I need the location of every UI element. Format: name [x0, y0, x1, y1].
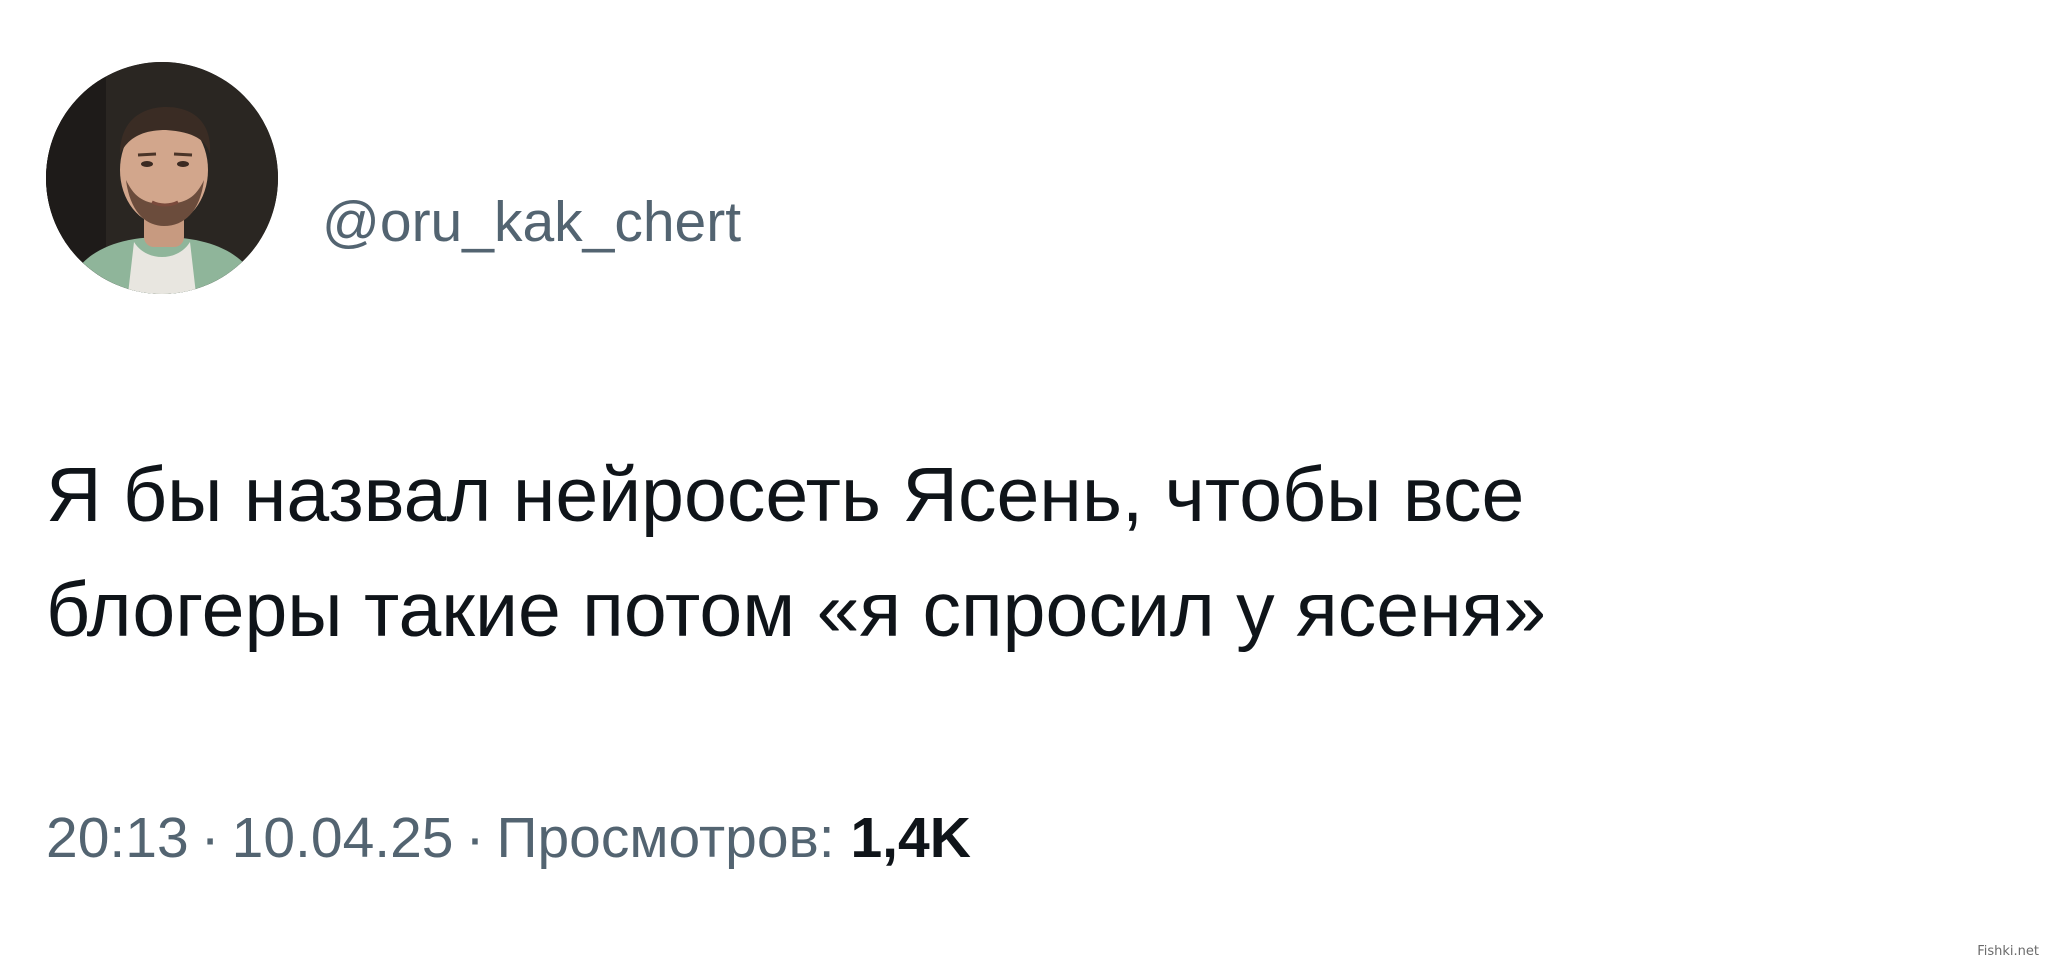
tweet-date[interactable]: 10.04.25	[232, 806, 454, 870]
views-label: Просмотров:	[496, 806, 835, 870]
avatar-photo	[46, 62, 278, 294]
tweet-meta: 20:13 · 10.04.25 · Просмотров: 1,4K	[46, 810, 971, 867]
tweet-text: Я бы назвал нейросеть Ясень, чтобы все б…	[46, 438, 1946, 668]
tweet-card: @oru_kak_chert Я бы назвал нейросеть Ясе…	[0, 0, 2047, 963]
avatar[interactable]	[46, 62, 278, 294]
meta-separator: ·	[200, 806, 220, 870]
meta-separator: ·	[465, 806, 485, 870]
user-handle[interactable]: @oru_kak_chert	[322, 194, 741, 251]
watermark: Fishki.net	[1977, 944, 2039, 959]
tweet-time[interactable]: 20:13	[46, 806, 189, 870]
tweet-text-line: блогеры такие потом «я спросил у ясеня»	[46, 567, 1547, 653]
views-count: 1,4K	[850, 806, 971, 870]
tweet-text-line: Я бы назвал нейросеть Ясень, чтобы все	[46, 452, 1525, 538]
